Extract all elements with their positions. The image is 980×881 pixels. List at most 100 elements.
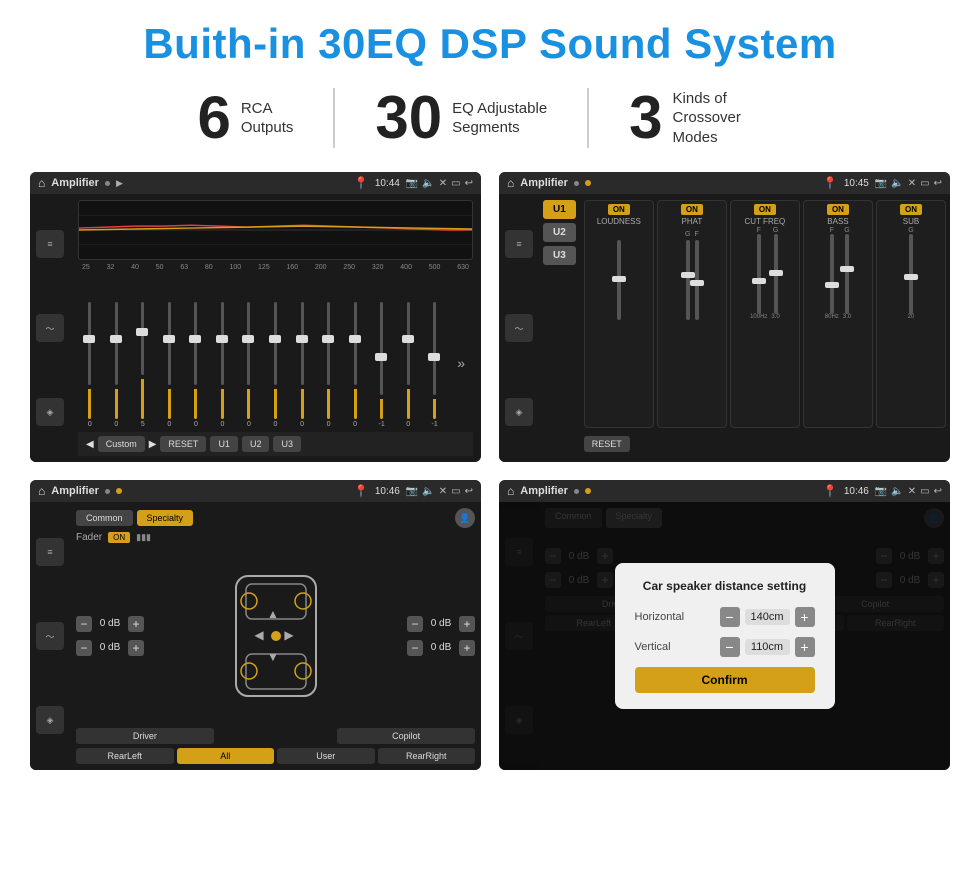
eq-slider[interactable]: 0 [184,298,208,428]
on-badge-cutfreq[interactable]: ON [754,204,776,215]
u3-select-btn[interactable]: U3 [543,246,576,265]
speaker-sidebar-btn1[interactable]: ≡ [36,538,64,566]
vol-plus-4[interactable]: + [459,640,475,656]
fader-bars: ▮▮▮ [136,532,151,543]
vol-minus-2[interactable]: − [76,640,92,656]
on-badge-loudness[interactable]: ON [608,204,630,215]
home-icon4[interactable]: ⌂ [507,484,514,498]
crossover-reset-btn[interactable]: RESET [584,436,630,452]
dialog-title: Car speaker distance setting [635,579,815,593]
eq-fill [194,389,197,419]
speaker-bottom-btns2: RearLeft All User RearRight [76,748,475,764]
eq-thumb [375,353,387,361]
eq-fill [327,389,330,419]
eq-sidebar-btn1[interactable]: ≡ [36,230,64,258]
back-icon3[interactable]: ↩ [465,486,473,497]
eq-slider[interactable]: 0 [237,298,261,428]
phat-slider-f[interactable] [695,240,699,320]
eq-slider[interactable]: 0 [211,298,235,428]
rearleft-btn[interactable]: RearLeft [76,748,174,764]
eq-label: 63 [180,264,188,271]
volume-icon4: 🔈 [891,486,903,497]
confirm-button[interactable]: Confirm [635,667,815,693]
eq-slider[interactable]: -1 [423,298,447,428]
vol-minus-3[interactable]: − [407,616,423,632]
copilot-btn[interactable]: Copilot [337,728,475,744]
u2-select-btn[interactable]: U2 [543,223,576,242]
user-btn[interactable]: User [277,748,375,764]
loudness-slider[interactable] [617,240,621,320]
reset-btn[interactable]: RESET [160,436,206,452]
eq-slider[interactable]: 5 [131,298,155,428]
vertical-plus-btn[interactable]: + [795,637,815,657]
eq-track [221,302,224,385]
eq-slider[interactable]: 0 [290,298,314,428]
speaker-sidebar-btn2[interactable]: 〜 [36,622,64,650]
cutfreq-slider2[interactable] [774,234,778,314]
eq-sidebar-btn3[interactable]: ◈ [36,398,64,426]
fader-on-btn[interactable]: ON [108,532,130,543]
home-icon3[interactable]: ⌂ [38,484,45,498]
crossover-sidebar-btn2[interactable]: 〜 [505,314,533,342]
eq-slider[interactable]: 0 [78,298,102,428]
phat-slider-g[interactable] [686,240,690,320]
u1-btn[interactable]: U1 [210,436,238,452]
u3-btn[interactable]: U3 [273,436,301,452]
eq-thumb [322,335,334,343]
u2-btn[interactable]: U2 [242,436,270,452]
vertical-minus-btn[interactable]: − [720,637,740,657]
crossover-sidebar-btn1[interactable]: ≡ [505,230,533,258]
eq-more[interactable]: » [449,298,473,428]
crossover-sidebar-btn3[interactable]: ◈ [505,398,533,426]
bass-slider[interactable] [830,234,834,314]
cutfreq-slider[interactable] [757,234,761,314]
home-icon2[interactable]: ⌂ [507,176,514,190]
on-badge-bass[interactable]: ON [827,204,849,215]
on-badge-phat[interactable]: ON [681,204,703,215]
vol-minus-4[interactable]: − [407,640,423,656]
horizontal-minus-btn[interactable]: − [720,607,740,627]
screen-speaker: ⌂ Amplifier 📍 10:46 📷 🔈 ✕ ▭ ↩ ≡ 〜 [30,480,481,770]
back-icon4[interactable]: ↩ [934,486,942,497]
eq-slider[interactable]: 0 [317,298,341,428]
sub-slider[interactable] [909,234,913,314]
eq-slider[interactable]: 0 [396,298,420,428]
eq-val: 0 [247,421,251,428]
bass-slider2[interactable] [845,234,849,314]
next-btn[interactable]: ▶ [149,439,157,450]
custom-btn[interactable]: Custom [98,436,145,452]
horizontal-plus-btn[interactable]: + [795,607,815,627]
eq-slider[interactable]: 0 [264,298,288,428]
speaker-sidebar-btn3[interactable]: ◈ [36,706,64,734]
driver-btn[interactable]: Driver [76,728,214,744]
eq-val: -1 [432,421,438,428]
home-icon[interactable]: ⌂ [38,176,45,190]
cutfreq-control: ON CUT FREQ F 100Hz [730,200,800,428]
vol-minus-1[interactable]: − [76,616,92,632]
eq-slider[interactable]: -1 [370,298,394,428]
specialty-tab[interactable]: Specialty [137,510,194,526]
vol-plus-2[interactable]: + [128,640,144,656]
vol-plus-1[interactable]: + [128,616,144,632]
vol-plus-3[interactable]: + [459,616,475,632]
camera-icon3: 📷 [406,486,418,497]
prev-btn[interactable]: ◀ [86,439,94,450]
u1-select-btn[interactable]: U1 [543,200,576,219]
eq-thumb [269,335,281,343]
eq-thumb [216,335,228,343]
on-badge-sub[interactable]: ON [900,204,922,215]
back-icon[interactable]: ↩ [465,178,473,189]
window-icon4: ▭ [920,486,929,497]
eq-slider[interactable]: 0 [105,298,129,428]
all-btn[interactable]: All [177,748,275,764]
rearright-btn[interactable]: RearRight [378,748,476,764]
eq-slider[interactable]: 0 [343,298,367,428]
eq-sidebar-btn2[interactable]: 〜 [36,314,64,342]
eq-fill [141,379,144,419]
common-tab[interactable]: Common [76,510,133,526]
bass-control: ON BASS F 80Hz [803,200,873,428]
topbar-distance: ⌂ Amplifier 📍 10:46 📷 🔈 ✕ ▭ ↩ [499,480,950,502]
eq-slider[interactable]: 0 [158,298,182,428]
ctrl-name-sub: SUB [903,217,919,226]
back-icon2[interactable]: ↩ [934,178,942,189]
